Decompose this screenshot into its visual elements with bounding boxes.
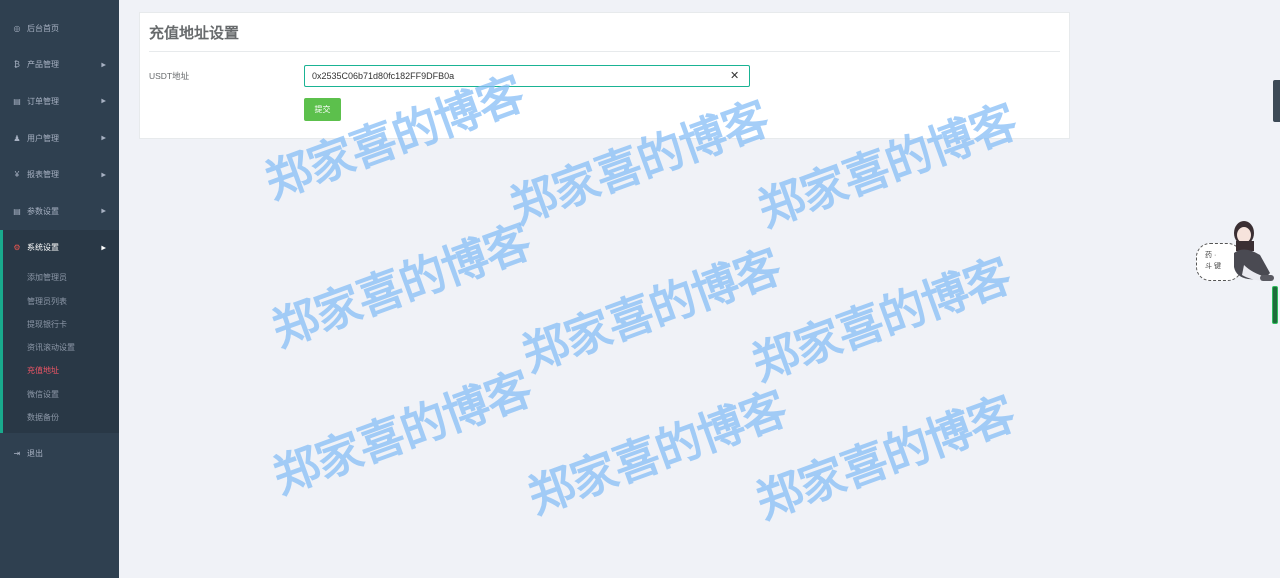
chevron-down-icon: ▶: [101, 245, 106, 252]
chevron-right-icon: ▶: [101, 172, 106, 179]
sidebar-item-params[interactable]: ▤ 参数设置 ▶: [0, 193, 119, 230]
submenu-item-admin-list[interactable]: 管理员列表: [3, 289, 119, 312]
sidebar-item-label: 报表管理: [27, 170, 59, 180]
user-icon: ♟: [13, 133, 21, 143]
submenu-item-bank-card[interactable]: 提现银行卡: [3, 313, 119, 336]
sign-out-icon: ⇥: [13, 449, 21, 459]
sidebar-item-label: 参数设置: [27, 206, 59, 216]
watermark: 郑家喜的博客: [265, 214, 538, 358]
page-title: 充值地址设置: [149, 25, 240, 42]
sidebar-item-label: 后台首页: [27, 23, 59, 33]
recharge-address-card: 充值地址设置 USDT地址 ✕ 提交: [139, 12, 1070, 139]
copy-icon: ▤: [13, 206, 21, 216]
bitcoin-icon: ₿: [14, 60, 20, 70]
watermark: 郑家喜的博客: [749, 386, 1022, 530]
submenu-item-wechat[interactable]: 微信设置: [3, 383, 119, 406]
sidebar-item-label: 系统设置: [27, 243, 59, 253]
submenu-item-news-scroll[interactable]: 资讯滚动设置: [3, 336, 119, 359]
submenu-item-backup[interactable]: 数据备份: [3, 406, 119, 429]
copy-icon: ▤: [13, 96, 21, 106]
watermark: 郑家喜的博客: [745, 248, 1018, 392]
close-icon[interactable]: ✕: [730, 70, 739, 82]
side-dock-indicator[interactable]: [1272, 286, 1278, 324]
side-dock-tab[interactable]: [1273, 80, 1280, 122]
sidebar-group-system: ⚙ 系统设置 ▶ 添加管理员 管理员列表 提现银行卡 资讯滚动设置 充值地址 微…: [0, 229, 119, 434]
chevron-right-icon: ▶: [101, 208, 106, 215]
sidebar-item-products[interactable]: ₿ 产品管理 ▶: [0, 47, 119, 84]
sidebar-item-label: 用户管理: [27, 133, 59, 143]
sidebar-item-reports[interactable]: ¥ 报表管理 ▶: [0, 156, 119, 193]
sidebar-item-users[interactable]: ♟ 用户管理 ▶: [0, 120, 119, 157]
usdt-address-input[interactable]: [304, 65, 750, 87]
sidebar-item-label: 订单管理: [27, 96, 59, 106]
usdt-address-label: USDT地址: [149, 71, 190, 81]
mascot-character-icon: [1234, 221, 1274, 281]
gears-icon: ⚙: [13, 243, 21, 253]
submenu-item-add-admin[interactable]: 添加管理员: [3, 266, 119, 289]
sidebar-item-logout[interactable]: ⇥ 退出: [0, 435, 119, 472]
sidebar-item-orders[interactable]: ▤ 订单管理 ▶: [0, 83, 119, 120]
sidebar-submenu: 添加管理员 管理员列表 提现银行卡 资讯滚动设置 充值地址 微信设置 数据备份: [3, 266, 119, 433]
yen-icon: ¥: [14, 170, 20, 180]
watermark: 郑家喜的博客: [515, 239, 788, 383]
chevron-right-icon: ▶: [101, 98, 106, 105]
sidebar-item-home[interactable]: ◎ 后台首页: [0, 10, 119, 47]
mascot-widget[interactable]: 药 · 斗 键: [1196, 217, 1280, 289]
submenu-item-recharge-address[interactable]: 充值地址: [3, 359, 119, 382]
sidebar-item-label: 退出: [27, 449, 43, 459]
sidebar: ◎ 后台首页 ₿ 产品管理 ▶ ▤ 订单管理 ▶ ♟ 用户管理 ▶ ¥ 报表管理…: [0, 0, 119, 578]
watermark: 郑家喜的博客: [266, 361, 539, 505]
sidebar-item-system-settings[interactable]: ⚙ 系统设置 ▶: [3, 230, 119, 267]
divider: [149, 51, 1060, 52]
dashboard-icon: ◎: [13, 23, 21, 33]
chevron-right-icon: ▶: [101, 62, 106, 69]
sidebar-item-label: 产品管理: [27, 60, 59, 70]
submit-button[interactable]: 提交: [304, 98, 341, 121]
watermark: 郑家喜的博客: [521, 381, 794, 525]
chevron-right-icon: ▶: [101, 135, 106, 142]
